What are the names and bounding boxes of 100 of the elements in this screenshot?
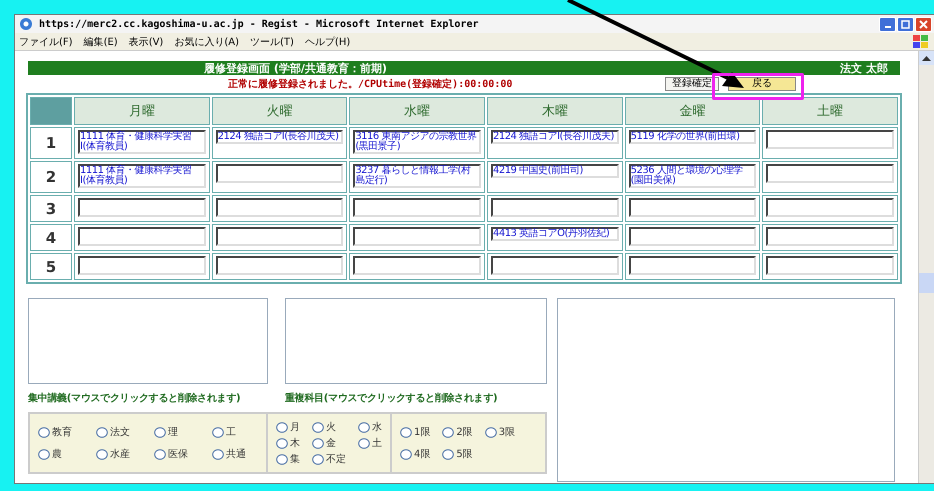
page-title: 履修登録画面 (学部/共通教育：前期) [204,60,387,76]
scroll-up-icon[interactable] [922,55,931,61]
course-field[interactable]: 5236 人間と環境の心理学(園田美保) [628,164,756,188]
course-field[interactable] [628,256,756,275]
course-field[interactable]: 4413 英語コアO(丹羽佐紀) [490,227,619,241]
period-label: 2 [30,161,72,193]
course-field[interactable] [628,227,756,246]
course-field[interactable] [78,256,206,275]
radio-label: 法文 [110,426,130,439]
course-field[interactable] [353,198,481,217]
radio-button[interactable] [400,426,412,438]
course-field[interactable] [216,227,344,246]
radio-button[interactable] [96,426,108,438]
radio-button[interactable] [276,438,288,448]
radio-button[interactable] [154,426,166,438]
maximize-icon [901,20,910,28]
radio-button[interactable] [358,422,370,432]
course-field[interactable] [353,256,481,275]
confirm-button[interactable]: 登録確定 [665,77,719,91]
close-icon [919,20,928,28]
radio-button[interactable] [484,426,497,438]
radio-label: 火 [326,420,336,434]
course-field[interactable] [216,164,344,183]
course-field[interactable] [766,256,894,275]
radio-button[interactable] [276,422,288,432]
radio-label: 月 [290,421,300,434]
radio-label: 1限 [414,426,430,439]
course-field[interactable]: 1111 体育・健康科学実習Ⅰ(体育教員) [78,164,206,188]
radio-label: 3限 [498,426,516,439]
menu-item[interactable]: 表示(V) [128,34,164,48]
radio-button[interactable] [212,448,224,460]
radio-label: 共通 [226,448,246,461]
minimize-button[interactable] [879,16,896,32]
radio-button[interactable] [96,448,108,460]
radio-label: 集 [290,453,300,466]
course-field[interactable] [766,198,894,217]
course-field[interactable] [766,130,894,149]
period-label: 4 [30,224,72,251]
course-field[interactable] [78,227,206,246]
course-field[interactable] [766,227,894,246]
course-field[interactable]: 5119 化学の世界(前田環) [628,130,756,144]
radio-label: 金 [326,437,336,450]
window-title: https://merc2.cc.kagoshima-u.ac.jp - Regist - Microsoft Internet Explorer [39,18,480,30]
radio-label: 水 [372,420,382,434]
radio-button[interactable] [442,448,454,460]
radio-label: 木 [290,436,300,450]
radio-button[interactable] [154,448,166,460]
period-label: 3 [30,195,72,222]
menu-item[interactable]: ツール(T) [250,34,294,48]
student-name: 法文 太郎 [840,60,888,76]
course-field[interactable]: 4219 中国史(前田司) [490,164,619,178]
menu-item[interactable]: 編集(E) [84,34,118,48]
menu-item[interactable]: お気に入り(A) [174,34,239,48]
radio-button[interactable] [442,426,454,438]
course-field[interactable] [353,227,481,246]
menu-item[interactable]: ファイル(F) [19,34,73,48]
column-header: 月曜 [74,97,210,125]
column-header: 火曜 [212,97,348,125]
maximize-button[interactable] [897,16,914,32]
course-field[interactable]: 2124 独語コアⅠ(長谷川茂夫) [490,130,619,144]
period-label: 5 [30,253,72,280]
radio-label: 医保 [168,448,188,461]
radio-button[interactable] [38,426,50,438]
course-field[interactable] [766,164,894,183]
corner-cell [30,97,72,125]
radio-label: 農 [52,448,62,461]
close-button[interactable] [915,16,932,32]
scroll-thumb[interactable] [919,273,934,293]
course-field[interactable] [78,198,206,217]
course-field[interactable]: 3116 東南アジアの宗教世界(黒田景子) [353,130,481,154]
course-field[interactable] [628,198,756,217]
radio-button[interactable] [312,422,324,432]
scroll-bar[interactable] [918,51,934,483]
radio-button[interactable] [400,448,412,460]
course-field[interactable] [216,198,344,217]
course-field[interactable]: 1111 体育・健康科学実習Ⅰ(体育教員) [78,130,206,154]
menu-item[interactable]: ヘルプ(H) [304,34,350,48]
course-field[interactable]: 3237 暮らしと情報工学(村島定行) [353,164,481,188]
radio-button[interactable] [358,438,370,448]
radio-button[interactable] [276,454,288,464]
radio-label: 土 [372,436,382,450]
course-field[interactable] [490,198,619,217]
list-caption: 集中講義(マウスでクリックすると削除されます) [28,392,242,405]
radio-button[interactable] [38,448,50,460]
course-field[interactable] [490,256,619,275]
radio-button[interactable] [312,454,324,464]
period-label: 1 [30,127,72,159]
radio-label: 5限 [456,448,473,461]
windows-logo-icon [912,34,930,50]
list-caption: 重複科目(マウスでクリックすると削除されます) [285,392,498,405]
radio-label: 水産 [110,448,130,461]
radio-button[interactable] [312,438,324,448]
course-field[interactable] [216,256,344,275]
radio-label: 理 [168,426,178,439]
status-message: 正常に履修登録されました。/CPUtime(登録確定):00:00:00 [228,77,512,91]
radio-label: 2限 [456,426,473,439]
column-header: 土曜 [762,97,898,125]
radio-button[interactable] [212,426,224,438]
course-field[interactable]: 2124 独語コアⅠ(長谷川茂夫) [216,130,344,144]
radio-label: 不定 [326,452,346,466]
